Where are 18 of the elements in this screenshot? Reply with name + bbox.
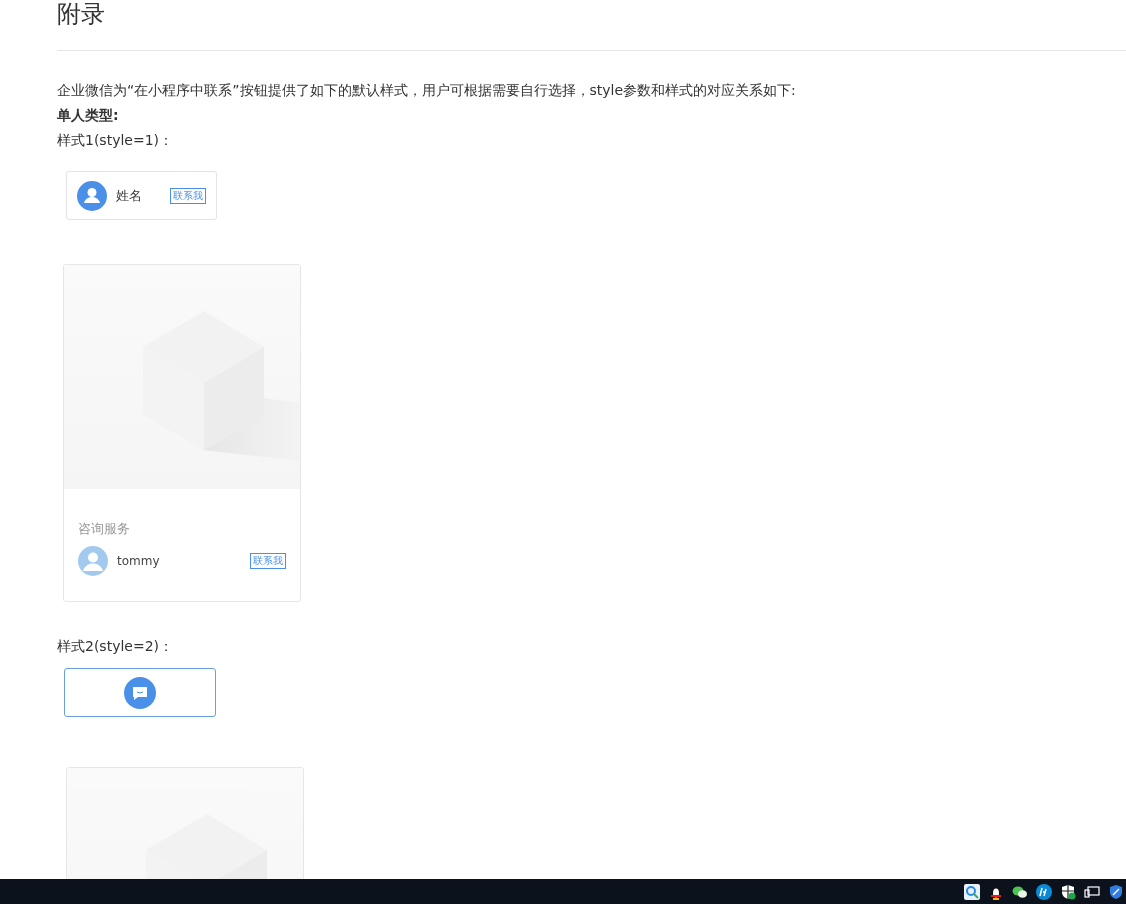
search-icon[interactable] (964, 883, 980, 900)
shield-icon[interactable] (1060, 883, 1076, 900)
contact-name: 姓名 (116, 186, 143, 205)
page-heading: 附录 (57, 0, 106, 28)
subheading: 单人类型: (57, 106, 120, 125)
circle-logo-icon[interactable] (1036, 883, 1052, 900)
style-label: 样式1(style=1)： (57, 131, 175, 150)
contact-me-tag: 联系我 (170, 187, 206, 204)
chat-bubble-icon (124, 676, 156, 709)
contact-me-tag: 联系我 (250, 553, 286, 569)
network-icon[interactable] (1084, 883, 1100, 900)
avatar-icon (78, 546, 108, 576)
contact-name: tommy (117, 554, 161, 568)
intro-paragraph: 企业微信为“在小程序中联系”按钮提供了如下的默认样式，用户可根据需要自行选择，style参数和样式的对应关系如下: (57, 81, 797, 100)
avatar-icon (77, 180, 107, 211)
style-label: 样式2(style=2)： (57, 637, 175, 656)
card-title: 咨询服务 (78, 520, 131, 538)
shield-icon[interactable] (1108, 883, 1124, 900)
